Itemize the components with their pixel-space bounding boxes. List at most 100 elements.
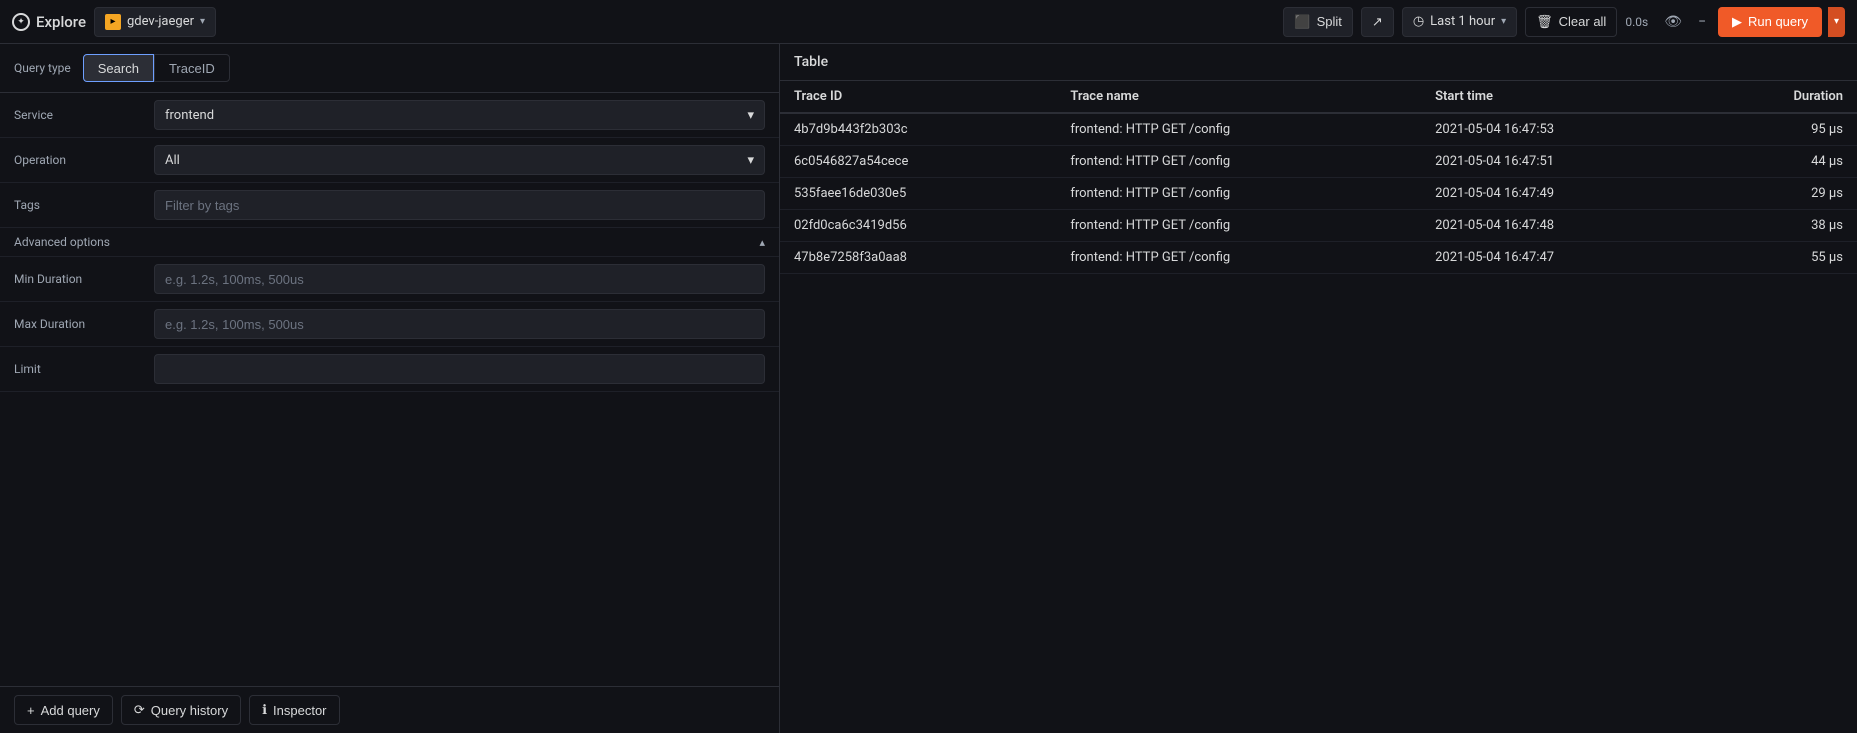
max-duration-label: Max Duration <box>14 317 154 331</box>
trace-name-cell: frontend: HTTP GET /config <box>1056 113 1421 146</box>
query-type-tabs: Search TraceID <box>83 54 230 82</box>
table-scroll[interactable]: Trace ID Trace name Start time Duration … <box>780 81 1857 733</box>
share-icon: ↗ <box>1372 14 1383 30</box>
start-time-cell: 2021-05-04 16:47:49 <box>1421 178 1706 210</box>
bottom-toolbar: + Add query ⟳ Query history ℹ Inspector <box>0 686 779 733</box>
eye-icon: 👁 <box>1660 12 1686 32</box>
clear-all-button[interactable]: 🗑 Clear all <box>1525 7 1617 37</box>
start-time-cell: 2021-05-04 16:47:53 <box>1421 113 1706 146</box>
tab-traceid[interactable]: TraceID <box>154 54 230 82</box>
topbar-left: ✦ Explore ▸ gdev-jaeger ▾ <box>12 7 1275 37</box>
minus-icon: − <box>1694 12 1710 32</box>
compass-icon: ✦ <box>12 13 30 31</box>
add-query-button[interactable]: + Add query <box>14 695 113 725</box>
inspector-icon: ℹ <box>262 702 267 718</box>
advanced-options-row[interactable]: Advanced options ▴ <box>0 228 779 257</box>
clock-icon: ◷ <box>1413 14 1424 29</box>
query-type-label: Query type <box>14 61 71 75</box>
chevron-down-icon: ▾ <box>200 16 205 27</box>
run-query-caret-button[interactable]: ▾ <box>1828 7 1845 37</box>
min-duration-row: Min Duration <box>0 257 779 302</box>
trace-name-cell: frontend: HTTP GET /config <box>1056 210 1421 242</box>
start-time-cell: 2021-05-04 16:47:47 <box>1421 242 1706 274</box>
table-header: Trace ID Trace name Start time Duration <box>780 81 1857 113</box>
trace-name-cell: frontend: HTTP GET /config <box>1056 242 1421 274</box>
datasource-icon: ▸ <box>105 14 121 30</box>
tags-row: Tags <box>0 183 779 228</box>
start-time-cell: 2021-05-04 16:47:51 <box>1421 146 1706 178</box>
col-duration[interactable]: Duration <box>1706 81 1857 113</box>
operation-chevron-icon: ▾ <box>747 153 754 168</box>
topbar: ✦ Explore ▸ gdev-jaeger ▾ ⬛ Split ↗ ◷ La… <box>0 0 1857 44</box>
duration-cell: 29 µs <box>1706 178 1857 210</box>
query-type-row: Query type Search TraceID <box>0 44 779 93</box>
duration-cell: 55 µs <box>1706 242 1857 274</box>
service-select[interactable]: frontend ▾ <box>154 100 765 130</box>
share-button[interactable]: ↗ <box>1361 7 1394 37</box>
time-range-picker[interactable]: ◷ Last 1 hour ▾ <box>1402 7 1517 37</box>
col-start-time[interactable]: Start time <box>1421 81 1706 113</box>
topbar-right: ⬛ Split ↗ ◷ Last 1 hour ▾ 🗑 Clear all 0.… <box>1283 7 1845 37</box>
col-trace-name[interactable]: Trace name <box>1056 81 1421 113</box>
results-table: Trace ID Trace name Start time Duration … <box>780 81 1857 274</box>
max-duration-row: Max Duration <box>0 302 779 347</box>
inspector-button[interactable]: ℹ Inspector <box>249 695 339 725</box>
trace-id-cell[interactable]: 6c0546827a54cece <box>780 146 1056 178</box>
explore-label: Explore <box>36 13 86 31</box>
table-row[interactable]: 6c0546827a54cece frontend: HTTP GET /con… <box>780 146 1857 178</box>
table-body: 4b7d9b443f2b303c frontend: HTTP GET /con… <box>780 113 1857 274</box>
service-label: Service <box>14 108 154 122</box>
limit-label-wrap: Limit i <box>14 362 154 376</box>
duration-cell: 95 µs <box>1706 113 1857 146</box>
limit-row: Limit i <box>0 347 779 392</box>
tags-label: Tags <box>14 198 154 212</box>
trace-name-cell: frontend: HTTP GET /config <box>1056 178 1421 210</box>
trace-name-cell: frontend: HTTP GET /config <box>1056 146 1421 178</box>
duration-cell: 38 µs <box>1706 210 1857 242</box>
query-history-button[interactable]: ⟳ Query history <box>121 695 241 725</box>
table-row[interactable]: 4b7d9b443f2b303c frontend: HTTP GET /con… <box>780 113 1857 146</box>
table-row[interactable]: 02fd0ca6c3419d56 frontend: HTTP GET /con… <box>780 210 1857 242</box>
run-query-button[interactable]: ▶ Run query <box>1718 7 1822 37</box>
explore-section: ✦ Explore <box>12 13 86 31</box>
main-area: Query type Search TraceID Service fronte… <box>0 44 1857 733</box>
service-row: Service frontend ▾ <box>0 93 779 138</box>
col-trace-id[interactable]: Trace ID <box>780 81 1056 113</box>
split-icon: ⬛ <box>1294 14 1310 30</box>
max-duration-input[interactable] <box>154 309 765 339</box>
query-panel: Query type Search TraceID Service fronte… <box>0 44 780 733</box>
query-timer: 0.0s <box>1625 15 1648 29</box>
start-time-cell: 2021-05-04 16:47:48 <box>1421 210 1706 242</box>
history-icon: ⟳ <box>134 702 145 718</box>
limit-label: Limit <box>14 362 154 376</box>
add-icon: + <box>27 703 35 718</box>
time-chevron-down-icon: ▾ <box>1501 16 1506 27</box>
operation-label: Operation <box>14 153 154 167</box>
min-duration-label: Min Duration <box>14 272 154 286</box>
service-chevron-icon: ▾ <box>747 108 754 123</box>
trace-id-cell[interactable]: 47b8e7258f3a0aa8 <box>780 242 1056 274</box>
min-duration-input[interactable] <box>154 264 765 294</box>
tags-input[interactable] <box>154 190 765 220</box>
split-button[interactable]: ⬛ Split <box>1283 7 1352 37</box>
limit-input[interactable] <box>154 354 765 384</box>
results-title: Table <box>794 54 828 70</box>
run-caret-icon: ▾ <box>1834 16 1839 27</box>
table-row[interactable]: 47b8e7258f3a0aa8 frontend: HTTP GET /con… <box>780 242 1857 274</box>
table-row[interactable]: 535faee16de030e5 frontend: HTTP GET /con… <box>780 178 1857 210</box>
trash-icon: 🗑 <box>1536 14 1553 30</box>
trace-id-cell[interactable]: 535faee16de030e5 <box>780 178 1056 210</box>
play-icon: ▶ <box>1732 14 1742 30</box>
advanced-label: Advanced options <box>14 235 110 249</box>
datasource-selector[interactable]: ▸ gdev-jaeger ▾ <box>94 7 216 37</box>
tab-search[interactable]: Search <box>83 54 154 82</box>
results-header: Table <box>780 44 1857 81</box>
advanced-chevron-up-icon: ▴ <box>759 236 765 249</box>
operation-select[interactable]: All ▾ <box>154 145 765 175</box>
datasource-name: gdev-jaeger <box>127 14 194 29</box>
results-panel: Table Trace ID Trace name Start time Dur… <box>780 44 1857 733</box>
operation-row: Operation All ▾ <box>0 138 779 183</box>
trace-id-cell[interactable]: 02fd0ca6c3419d56 <box>780 210 1056 242</box>
trace-id-cell[interactable]: 4b7d9b443f2b303c <box>780 113 1056 146</box>
duration-cell: 44 µs <box>1706 146 1857 178</box>
